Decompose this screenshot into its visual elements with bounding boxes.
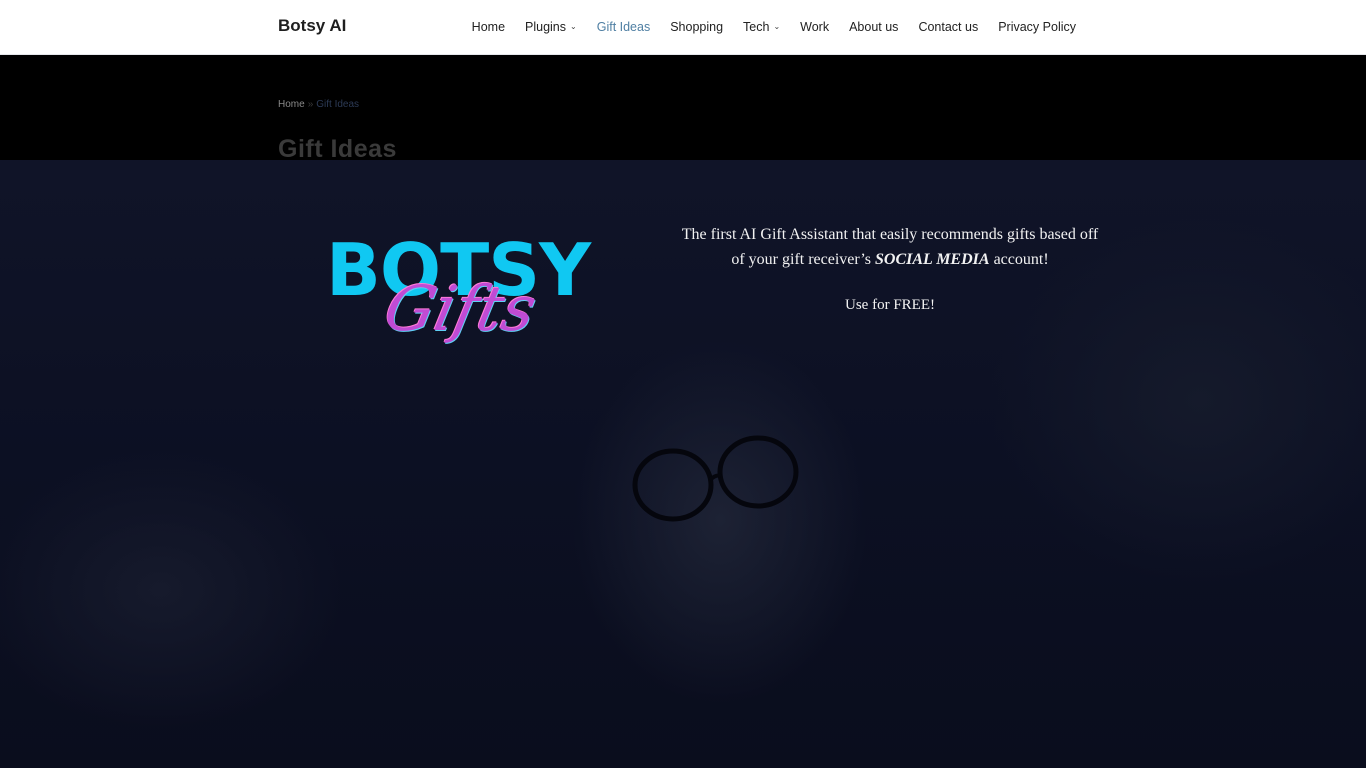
breadcrumb-current: Gift Ideas: [316, 99, 360, 110]
nav-privacy-policy-label: Privacy Policy: [998, 20, 1076, 34]
nav-work-label: Work: [800, 20, 830, 34]
nav-tech[interactable]: Tech ⌄: [733, 20, 790, 34]
use-free-text: Use for FREE!: [845, 297, 935, 313]
nav-home[interactable]: Home: [462, 20, 515, 34]
site-header: Botsy AI Home Plugins ⌄ Gift Ideas Shoppi…: [0, 0, 1366, 55]
breadcrumb-separator: »: [307, 99, 314, 110]
nav-tech-label: Tech: [743, 20, 770, 34]
nav-plugins-label: Plugins: [525, 20, 567, 34]
page-title-bar: Home» Gift Ideas Gift Ideas: [0, 55, 1366, 160]
nav-gift-ideas-label: Gift Ideas: [596, 20, 651, 34]
nav-home-label: Home: [471, 20, 506, 34]
nav-gift-ideas[interactable]: Gift Ideas: [587, 20, 661, 34]
breadcrumb-home-link[interactable]: Home: [278, 99, 305, 110]
logo-script: Gifts: [378, 272, 543, 345]
page-title: Gift Ideas: [278, 135, 397, 160]
nav-shopping-label: Shopping: [670, 20, 724, 34]
site-brand[interactable]: Botsy AI: [278, 16, 346, 36]
tagline-text-2: account!: [993, 251, 1049, 268]
botsy-gifts-logo: BOTSY Gifts: [326, 230, 606, 370]
hero-tagline: The first AI Gift Assistant that easily …: [680, 222, 1100, 272]
breadcrumb: Home» Gift Ideas: [278, 99, 359, 110]
nav-contact-us[interactable]: Contact us: [908, 20, 988, 34]
nav-shopping[interactable]: Shopping: [660, 20, 733, 34]
nav-work[interactable]: Work: [790, 20, 839, 34]
main-nav: Home Plugins ⌄ Gift Ideas Shopping Tech ⌄ …: [462, 0, 1086, 54]
nav-about-us[interactable]: About us: [839, 20, 908, 34]
nav-plugins[interactable]: Plugins ⌄: [515, 20, 587, 34]
hero-section: BOTSY Gifts The first AI Gift Assistant …: [0, 160, 1366, 768]
chevron-down-icon: ⌄: [570, 21, 577, 31]
hero-background-photo: [632, 435, 799, 522]
tagline-emphasis: SOCIAL MEDIA: [875, 251, 990, 268]
nav-about-us-label: About us: [849, 20, 899, 34]
nav-privacy-policy[interactable]: Privacy Policy: [988, 20, 1086, 34]
chevron-down-icon: ⌄: [773, 21, 781, 31]
nav-contact-us-label: Contact us: [918, 20, 979, 34]
